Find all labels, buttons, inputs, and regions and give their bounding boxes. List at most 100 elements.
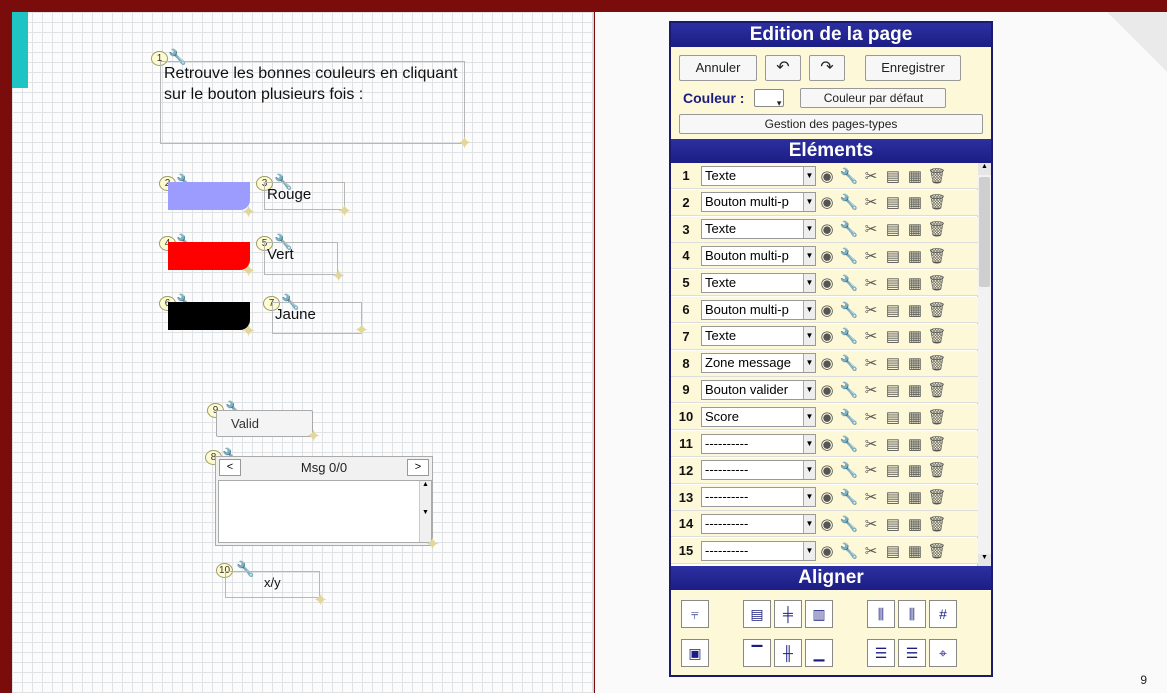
paste-icon[interactable]: ▦ [904,408,926,426]
resize-handle-icon[interactable]: ✦ [425,535,441,553]
scroll-up-icon[interactable]: ▲ [978,163,991,175]
copy-icon[interactable]: ▤ [882,381,904,399]
paste-icon[interactable]: ▦ [904,461,926,479]
cut-icon[interactable]: ✂ [860,247,882,265]
resize-handle-icon[interactable]: ✦ [241,322,257,340]
copy-icon[interactable]: ▤ [882,247,904,265]
visibility-eye-icon[interactable]: ◉ [816,167,838,185]
visibility-eye-icon[interactable]: ◉ [816,274,838,292]
trash-icon[interactable]: 🗑 [926,461,948,479]
visibility-eye-icon[interactable]: ◉ [816,435,838,453]
element-type-select[interactable]: ---------- ▼ [701,433,816,454]
distribute-v2-icon[interactable]: ☰ [898,639,926,667]
visibility-eye-icon[interactable]: ◉ [816,381,838,399]
trash-icon[interactable]: 🗑 [926,274,948,292]
element-type-select[interactable]: ---------- ▼ [701,487,816,508]
distribute-h2-icon[interactable]: ⫼ [898,600,926,628]
copy-icon[interactable]: ▤ [882,301,904,319]
wrench-icon[interactable]: 🔧 [838,247,860,265]
wrench-icon[interactable]: 🔧 [838,461,860,479]
element-type-select[interactable]: Zone message ▼ [701,353,816,374]
cut-icon[interactable]: ✂ [860,193,882,211]
trash-icon[interactable]: 🗑 [926,327,948,345]
valid-button[interactable]: Valid [216,410,313,437]
copy-icon[interactable]: ▤ [882,274,904,292]
wrench-icon[interactable]: 🔧 [838,408,860,426]
paste-icon[interactable]: ▦ [904,354,926,372]
align-center-h-icon[interactable]: ╪ [774,600,802,628]
scroll-thumb[interactable] [979,177,990,287]
element-type-select[interactable]: Bouton multi-p ▼ [701,245,816,266]
element-type-select[interactable]: Bouton multi-p ▼ [701,299,816,320]
paste-icon[interactable]: ▦ [904,327,926,345]
distribute-h-icon[interactable]: ⫼ [867,600,895,628]
trash-icon[interactable]: 🗑 [926,542,948,560]
resize-handle-icon[interactable]: ✦ [331,267,347,285]
wrench-icon[interactable]: 🔧 [838,435,860,453]
copy-icon[interactable]: ▤ [882,167,904,185]
cut-icon[interactable]: ✂ [860,274,882,292]
resize-handle-icon[interactable]: ✦ [241,262,257,280]
align-center-v-icon[interactable]: ╫ [774,639,802,667]
element-type-select[interactable]: Score ▼ [701,406,816,427]
trash-icon[interactable]: 🗑 [926,247,948,265]
resize-handle-icon[interactable]: ✦ [337,202,353,220]
trash-icon[interactable]: 🗑 [926,515,948,533]
cut-icon[interactable]: ✂ [860,381,882,399]
copy-icon[interactable]: ▤ [882,408,904,426]
visibility-eye-icon[interactable]: ◉ [816,408,838,426]
trash-icon[interactable]: 🗑 [926,220,948,238]
paste-icon[interactable]: ▦ [904,515,926,533]
cut-icon[interactable]: ✂ [860,488,882,506]
copy-icon[interactable]: ▤ [882,488,904,506]
cancel-button[interactable]: Annuler [679,55,757,81]
copy-icon[interactable]: ▤ [882,193,904,211]
paste-icon[interactable]: ▦ [904,301,926,319]
cut-icon[interactable]: ✂ [860,435,882,453]
cut-icon[interactable]: ✂ [860,167,882,185]
visibility-eye-icon[interactable]: ◉ [816,247,838,265]
element-type-select[interactable]: Texte ▼ [701,326,816,347]
trash-icon[interactable]: 🗑 [926,354,948,372]
paste-icon[interactable]: ▦ [904,247,926,265]
trash-icon[interactable]: 🗑 [926,488,948,506]
element-type-select[interactable]: Bouton valider ▼ [701,379,816,400]
copy-icon[interactable]: ▤ [882,461,904,479]
color-picker[interactable] [754,89,785,109]
trash-icon[interactable]: 🗑 [926,408,948,426]
trash-icon[interactable]: 🗑 [926,167,948,185]
paste-icon[interactable]: ▦ [904,435,926,453]
trash-icon[interactable]: 🗑 [926,435,948,453]
visibility-eye-icon[interactable]: ◉ [816,193,838,211]
wrench-icon[interactable]: 🔧 [838,488,860,506]
element-type-select[interactable]: Texte ▼ [701,272,816,293]
default-color-button[interactable]: Couleur par défaut [800,88,947,108]
resize-handle-icon[interactable]: ✦ [306,427,322,445]
paste-icon[interactable]: ▦ [904,488,926,506]
paste-icon[interactable]: ▦ [904,167,926,185]
resize-handle-icon[interactable]: ✦ [241,203,257,221]
element-type-select[interactable]: ---------- ▼ [701,540,816,561]
page-templates-button[interactable]: Gestion des pages-types [679,114,983,134]
wrench-icon[interactable]: 🔧 [838,274,860,292]
wrench-icon[interactable]: 🔧 [838,515,860,533]
element-type-select[interactable]: ---------- ▼ [701,513,816,534]
visibility-eye-icon[interactable]: ◉ [816,542,838,560]
wrench-icon[interactable]: 🔧 [838,327,860,345]
elements-scrollbar[interactable]: ▲ ▼ [977,163,991,566]
copy-icon[interactable]: ▤ [882,435,904,453]
trash-icon[interactable]: 🗑 [926,381,948,399]
msg-next-button[interactable]: > [407,459,429,476]
msg-prev-button[interactable]: < [219,459,241,476]
element-type-select[interactable]: Texte ▼ [701,219,816,240]
align-right-icon[interactable]: ▥ [805,600,833,628]
cut-icon[interactable]: ✂ [860,301,882,319]
copy-icon[interactable]: ▤ [882,327,904,345]
element-type-select[interactable]: Texte ▼ [701,165,816,186]
undo-button[interactable]: ↶ [765,55,801,81]
cut-icon[interactable]: ✂ [860,220,882,238]
paste-icon[interactable]: ▦ [904,542,926,560]
align-top-edges-icon[interactable]: ⫧ [681,600,709,628]
visibility-eye-icon[interactable]: ◉ [816,515,838,533]
wrench-icon[interactable]: 🔧 [838,301,860,319]
